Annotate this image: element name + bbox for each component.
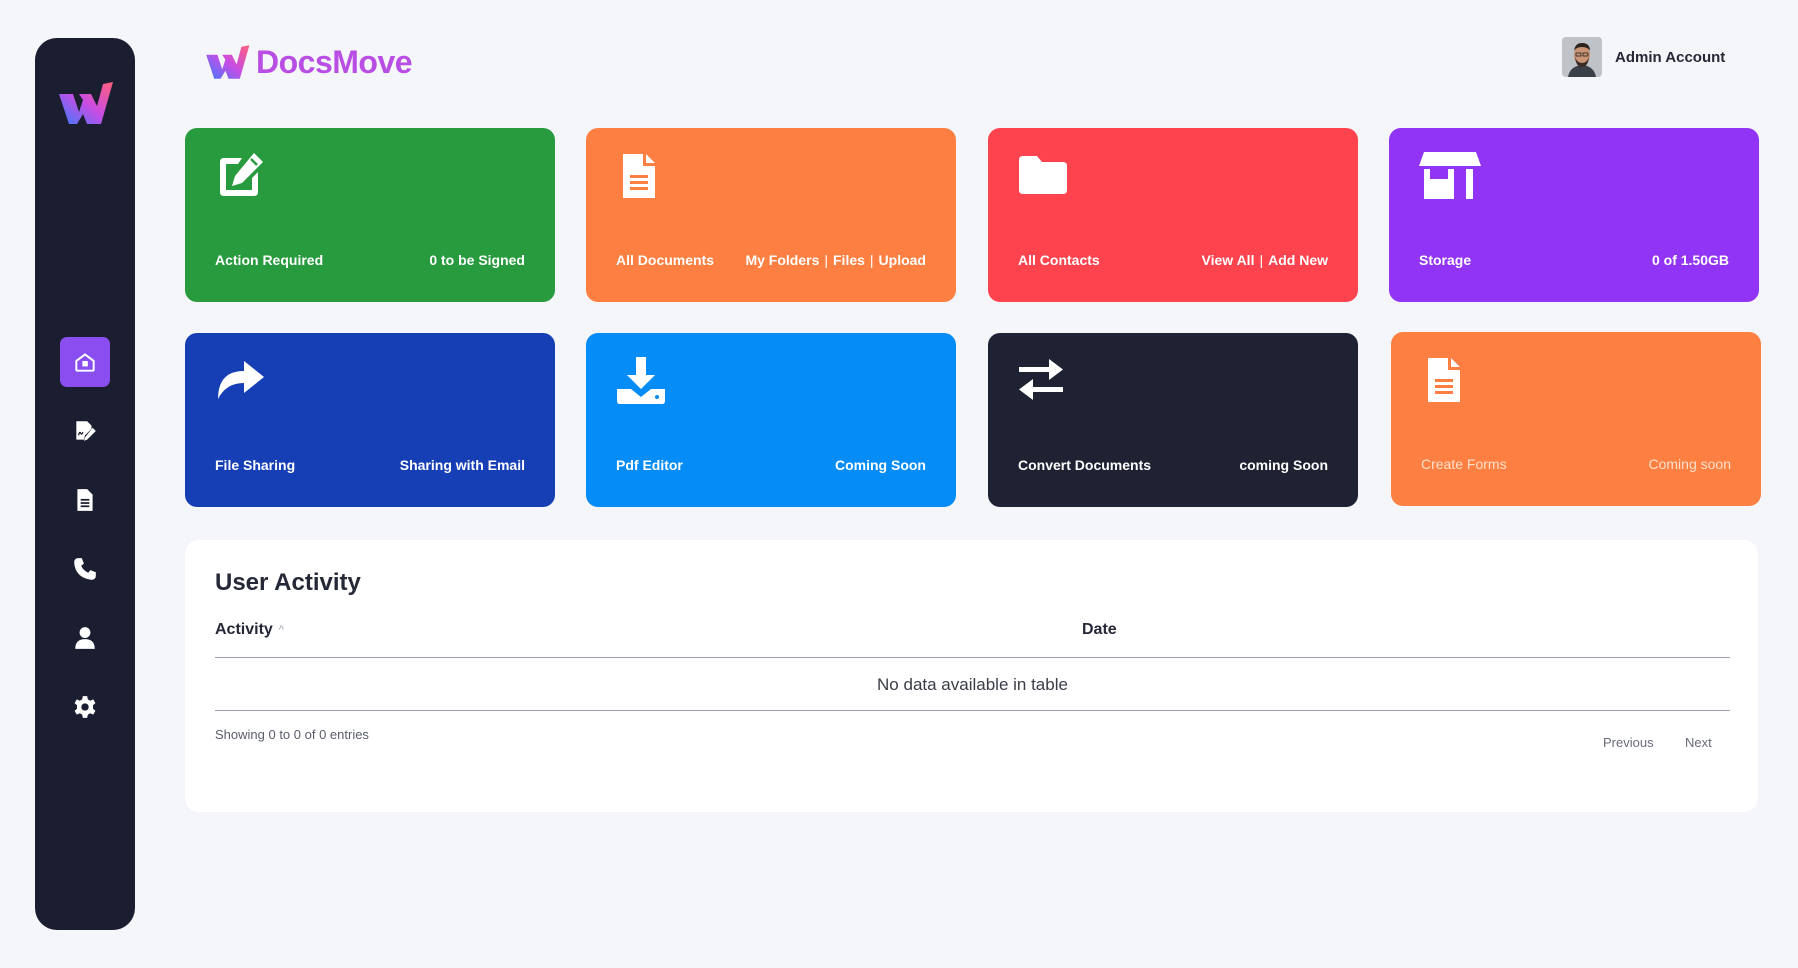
card-pdf-editor[interactable]: Pdf Editor Coming Soon (586, 333, 956, 507)
phone-icon (74, 558, 96, 580)
separator: | (824, 252, 828, 268)
separator: | (1259, 252, 1264, 268)
document-icon (77, 489, 93, 511)
card-label: Pdf Editor (616, 457, 683, 473)
my-folders-link[interactable]: My Folders (745, 252, 819, 268)
status-text: coming Soon (1239, 457, 1328, 473)
folder-icon (1017, 150, 1069, 202)
card-create-forms[interactable]: Create Forms Coming soon (1391, 332, 1761, 506)
account-name: Admin Account (1615, 48, 1726, 66)
sort-asc-icon: ^ (278, 624, 284, 636)
card-storage[interactable]: Storage 0 of 1.50GB (1389, 128, 1759, 302)
card-convert-documents[interactable]: Convert Documents coming Soon (988, 333, 1358, 507)
download-icon (615, 355, 667, 407)
separator: | (869, 252, 874, 268)
sidebar-item-signature[interactable] (60, 406, 110, 456)
account-menu[interactable]: Admin Account (1562, 37, 1725, 77)
card-label: All Documents (616, 252, 715, 268)
sidebar-item-contacts[interactable] (60, 544, 110, 594)
gear-icon (74, 696, 96, 718)
table-info: Showing 0 to 0 of 0 entries (215, 727, 369, 742)
sidebar-item-settings[interactable] (60, 682, 110, 732)
store-icon (1418, 150, 1481, 202)
card-action-required[interactable]: Action Required 0 to be Signed (185, 128, 555, 302)
user-activity-panel: User Activity Activity ^ Date No data av… (185, 540, 1758, 812)
card-all-contacts[interactable]: All Contacts View All | Add New (988, 128, 1358, 302)
brand[interactable]: DocsMove (204, 40, 413, 84)
files-link[interactable]: Files (833, 252, 865, 268)
divider (215, 710, 1730, 711)
add-new-link[interactable]: Add New (1268, 252, 1328, 268)
logo-icon (206, 45, 250, 79)
card-label: Convert Documents (1018, 457, 1152, 473)
card-all-documents[interactable]: All Documents My Folders | Files | Uploa… (586, 128, 956, 302)
brand-name: DocsMove (256, 43, 413, 80)
sidebar-item-user[interactable] (60, 613, 110, 663)
card-label: All Contacts (1018, 252, 1100, 268)
sidebar-item-home[interactable] (60, 337, 110, 387)
card-link[interactable]: 0 to be Signed (429, 252, 525, 268)
panel-title: User Activity (215, 569, 361, 596)
sidebar-logo-icon[interactable] (57, 78, 113, 128)
previous-button[interactable]: Previous (1603, 735, 1654, 750)
column-header-activity[interactable]: Activity ^ (215, 621, 284, 639)
home-icon (75, 353, 95, 372)
card-label: Action Required (215, 252, 324, 268)
empty-table-message: No data available in table (877, 675, 1068, 694)
avatar (1562, 37, 1602, 77)
sidebar-item-documents[interactable] (60, 475, 110, 525)
file-icon (1420, 354, 1472, 406)
card-label: Create Forms (1421, 456, 1507, 472)
sidebar (35, 38, 135, 930)
file-icon (615, 150, 667, 202)
share-icon (214, 355, 266, 407)
signature-icon (76, 421, 96, 441)
card-status: coming Soon (1239, 457, 1328, 473)
card-links: My Folders | Files | Upload (745, 252, 926, 268)
next-button[interactable]: Next (1685, 735, 1712, 750)
card-links: View All | Add New (1202, 252, 1328, 268)
status-text: Coming Soon (835, 457, 926, 473)
column-label: Activity (215, 621, 273, 638)
card-link[interactable]: Sharing with Email (400, 457, 525, 473)
card-status: Coming Soon (835, 457, 926, 473)
view-all-link[interactable]: View All (1202, 252, 1255, 268)
card-label: Storage (1419, 252, 1472, 268)
status-text: Coming soon (1648, 456, 1732, 472)
card-status: Coming soon (1649, 456, 1732, 472)
exchange-icon (1017, 355, 1069, 407)
card-value: 0 of 1.50GB (1652, 252, 1729, 268)
card-link-text[interactable]: 0 to be Signed (429, 252, 525, 268)
upload-link[interactable]: Upload (879, 252, 926, 268)
divider (215, 657, 1730, 658)
card-file-sharing[interactable]: File Sharing Sharing with Email (185, 333, 555, 507)
storage-usage: 0 of 1.50GB (1651, 252, 1729, 268)
user-icon (75, 627, 95, 649)
edit-icon (214, 150, 266, 202)
card-label: File Sharing (215, 457, 296, 473)
card-link-text[interactable]: Sharing with Email (400, 457, 525, 473)
column-header-date[interactable]: Date (1082, 621, 1117, 639)
